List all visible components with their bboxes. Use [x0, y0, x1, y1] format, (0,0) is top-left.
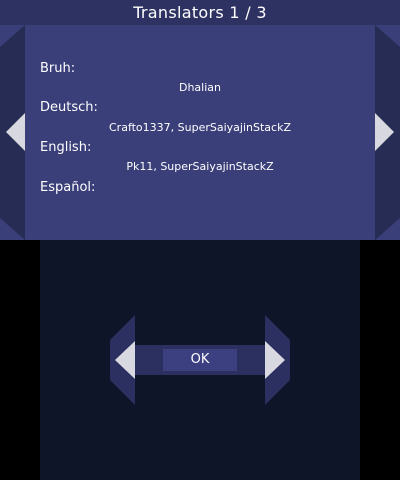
bottom-next-button[interactable]	[262, 315, 290, 405]
arrow-right-icon	[375, 25, 400, 240]
translator-names-bruh: Dhalian	[178, 81, 221, 94]
page-title: Translators 1 / 3	[133, 3, 267, 22]
next-page-button[interactable]	[375, 25, 400, 240]
language-label-english: English:	[40, 140, 92, 155]
translator-names-english: Pk11, SuperSaiyajinStackZ	[126, 160, 274, 173]
bottom-previous-button[interactable]	[110, 315, 138, 405]
title-bar: Translators 1 / 3	[0, 0, 400, 25]
previous-page-button[interactable]	[0, 25, 25, 240]
bottom-navigation: OK	[110, 315, 290, 405]
language-label-bruh: Bruh:	[40, 61, 76, 76]
language-label-espanol: Español:	[40, 180, 96, 195]
arrow-left-icon	[0, 25, 25, 240]
translators-list: Bruh: Dhalian Deutsch: Crafto1337, Super…	[25, 25, 375, 240]
top-screen: Translators 1 / 3 Bruh: Dhalian Deutsch:…	[0, 0, 400, 240]
ok-button[interactable]: OK	[163, 349, 237, 371]
translator-names-deutsch: Crafto1337, SuperSaiyajinStackZ	[109, 121, 291, 134]
language-label-deutsch: Deutsch:	[40, 100, 98, 115]
